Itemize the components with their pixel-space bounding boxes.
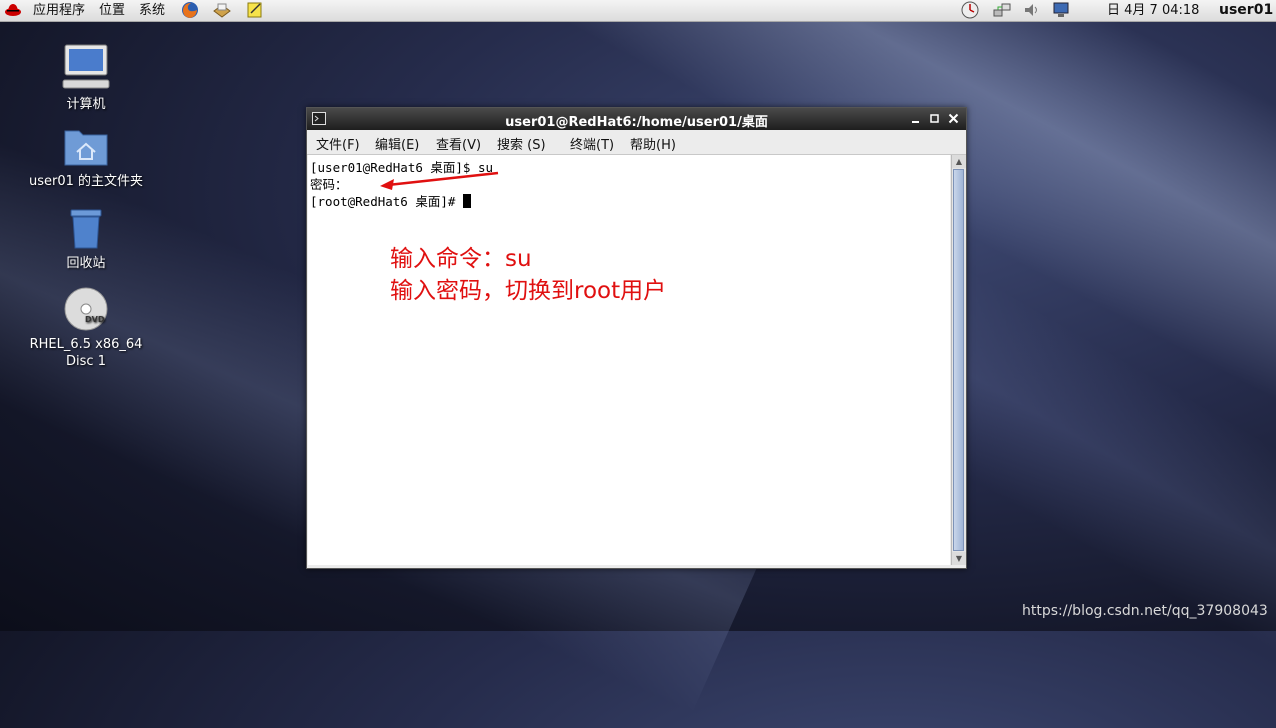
redhat-logo-icon[interactable] — [4, 1, 22, 19]
clock-datetime[interactable]: 日 4月 7 04:18 — [1107, 2, 1199, 19]
firefox-icon[interactable] — [181, 1, 199, 19]
dvd-icon: DVD — [64, 287, 108, 331]
desktop-icon-trash[interactable]: 回收站 — [21, 207, 151, 272]
trash-icon — [70, 209, 102, 249]
window-title: user01@RedHat6:/home/user01/桌面 — [505, 115, 768, 130]
user-name[interactable]: user01 — [1219, 2, 1273, 19]
note-icon[interactable] — [246, 1, 264, 19]
network-icon[interactable] — [993, 1, 1011, 19]
menu-edit[interactable]: 编辑(E) — [375, 134, 419, 153]
terminal-prompt-line: [root@RedHat6 桌面]# — [310, 191, 471, 210]
menu-view[interactable]: 查看(V) — [436, 134, 481, 153]
terminal-output[interactable]: [user01@RedHat6 桌面]$ su 密码： [root@RedHat… — [308, 155, 950, 565]
window-titlebar[interactable]: user01@RedHat6:/home/user01/桌面 — [307, 108, 966, 130]
svg-text:DVD: DVD — [85, 315, 105, 324]
volume-icon[interactable] — [1023, 1, 1041, 19]
home-folder-icon — [64, 130, 108, 166]
computer-icon — [62, 44, 110, 89]
desktop-icon-label: 回收站 — [66, 256, 106, 271]
menu-places[interactable]: 位置 — [99, 2, 125, 19]
menu-terminal[interactable]: 终端(T) — [570, 134, 614, 153]
desktop-icon-label: RHEL_6.5 x86_64 — [29, 337, 143, 352]
scroll-up-icon[interactable]: ▲ — [952, 155, 966, 168]
watermark: https://blog.csdn.net/qq_37908043 — [1022, 603, 1268, 619]
close-icon[interactable] — [948, 113, 959, 124]
annotation-line-2: 输入密码，切换到root用户 — [390, 278, 667, 304]
desktop-icon-label: 计算机 — [66, 97, 106, 112]
terminal-window[interactable]: user01@RedHat6:/home/user01/桌面 文件(F) 编辑(… — [306, 107, 967, 569]
menu-system[interactable]: 系统 — [139, 2, 165, 19]
terminal-menubar: 文件(F) 编辑(E) 查看(V) 搜索 (S) 终端(T) 帮助(H) — [307, 130, 966, 155]
terminal-line: [root@RedHat6 桌面]# — [310, 194, 463, 209]
maximize-icon[interactable] — [930, 114, 940, 124]
annotation-line-1: 输入命令：su — [390, 246, 532, 272]
display-icon[interactable] — [1052, 1, 1070, 19]
annotation-arrow-icon — [380, 171, 499, 190]
desktop-icon-dvd[interactable]: DVD RHEL_6.5 x86_64 Disc 1 — [21, 286, 151, 370]
menu-search[interactable]: 搜索 (S) — [497, 134, 546, 153]
desktop-icon-label: user01 的主文件夹 — [28, 174, 144, 189]
menu-applications[interactable]: 应用程序 — [33, 2, 85, 19]
scrollbar-thumb[interactable] — [953, 169, 964, 551]
scroll-down-icon[interactable]: ▼ — [952, 552, 966, 565]
desktop-icon-computer[interactable]: 计算机 — [21, 42, 151, 113]
minimize-icon[interactable] — [911, 114, 921, 124]
desktop-icon-label: Disc 1 — [66, 354, 106, 369]
desktop-icon-home[interactable]: user01 的主文件夹 — [21, 125, 151, 190]
text-cursor — [462, 194, 471, 208]
clock-icon[interactable] — [961, 1, 979, 19]
menu-help[interactable]: 帮助(H) — [630, 134, 676, 153]
menu-file[interactable]: 文件(F) — [316, 134, 360, 153]
terminal-scrollbar[interactable]: ▲ ▼ — [951, 155, 966, 565]
mail-icon[interactable] — [213, 1, 231, 19]
top-panel: 应用程序 位置 系统 日 4月 7 04:18 user01 — [0, 0, 1276, 22]
